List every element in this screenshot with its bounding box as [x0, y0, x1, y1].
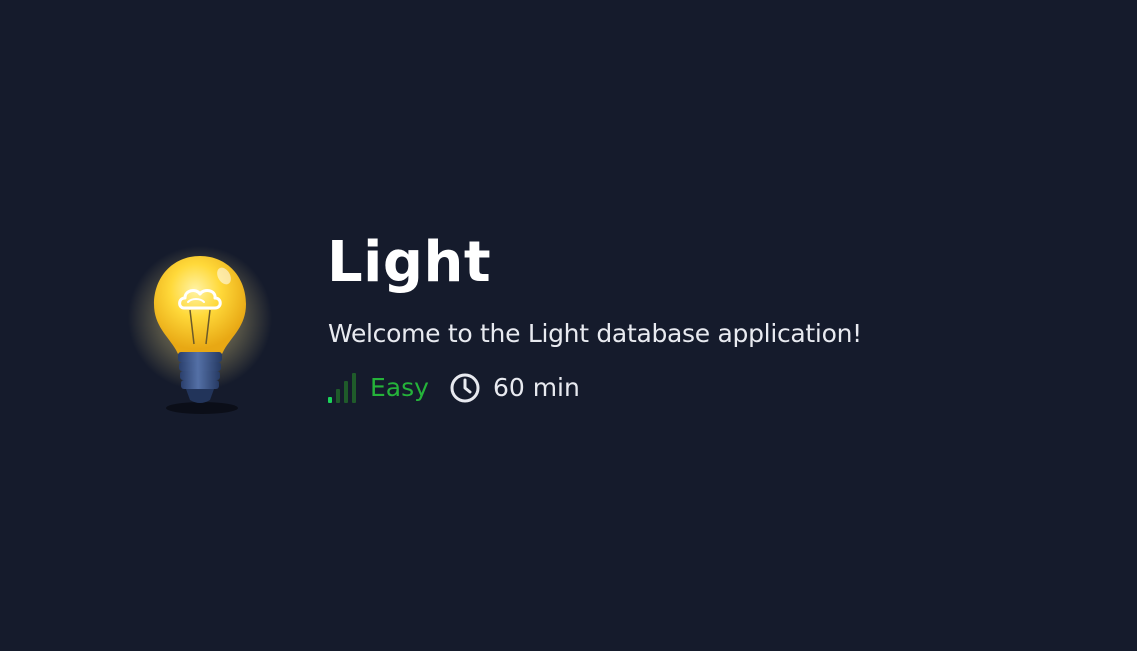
signal-bar — [328, 397, 332, 403]
lightbulb-icon — [120, 238, 280, 428]
room-info: Light Welcome to the Light database appl… — [327, 228, 862, 406]
signal-bars-icon — [328, 373, 356, 403]
signal-bar — [352, 373, 356, 403]
signal-bar — [344, 381, 348, 403]
difficulty-label: Easy — [370, 373, 429, 402]
duration-label: 60 min — [492, 373, 580, 402]
clock-icon — [449, 372, 481, 404]
room-title: Light — [327, 230, 492, 295]
room-description: Welcome to the Light database applicatio… — [328, 319, 862, 348]
room-meta: Easy 60 min — [328, 370, 862, 406]
room-header: Light Welcome to the Light database appl… — [0, 0, 1137, 651]
signal-bar — [336, 389, 340, 403]
